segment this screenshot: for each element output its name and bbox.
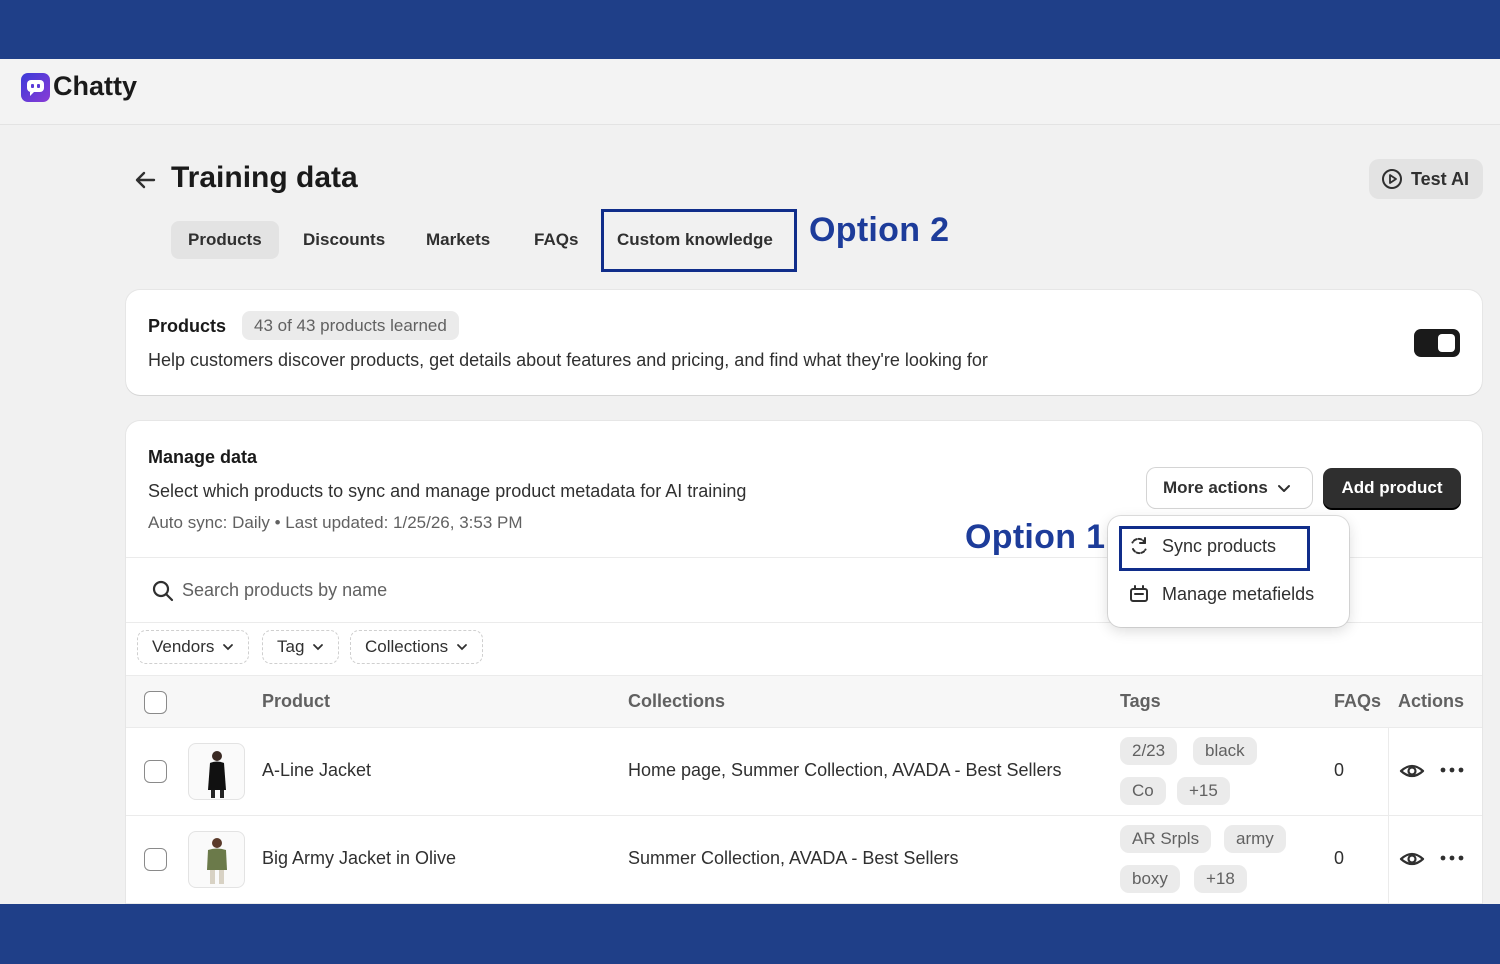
product-name[interactable]: A-Line Jacket	[262, 760, 371, 781]
tag-chip: army	[1224, 825, 1286, 853]
back-arrow-icon[interactable]	[132, 167, 160, 193]
tag-chip: AR Srpls	[1120, 825, 1212, 853]
filter-collections-label: Collections	[365, 637, 449, 656]
chevron-down-icon	[313, 644, 324, 651]
app-name: Chatty	[53, 71, 138, 101]
select-all-checkbox[interactable]	[144, 691, 167, 714]
tag-chip: +18	[1194, 865, 1247, 893]
products-card: Products 43 of 43 products learned Help …	[126, 290, 1482, 395]
filter-vendors[interactable]: Vendors	[137, 630, 250, 664]
sync-products-highlight	[1119, 526, 1310, 571]
more-options-icon[interactable]	[1440, 766, 1464, 774]
sync-status: Auto sync: Daily • Last updated: 1/25/26…	[148, 513, 523, 532]
table-header: Product Collections Tags FAQs Actions	[126, 675, 1482, 728]
faq-count: 0	[1334, 848, 1345, 868]
search-icon	[152, 580, 174, 602]
manage-data-title: Manage data	[148, 447, 258, 467]
tag-chip: black	[1193, 737, 1257, 765]
filter-collections[interactable]: Collections	[350, 630, 484, 664]
manage-metafields-label: Manage metafields	[1162, 583, 1315, 604]
products-card-title: Products	[148, 316, 227, 336]
tab-markets[interactable]: Markets	[409, 221, 507, 259]
custom-knowledge-highlight	[601, 209, 797, 272]
faq-count: 0	[1334, 760, 1345, 780]
tag-chip: 2/23	[1120, 737, 1178, 765]
column-collections: Collections	[628, 691, 726, 711]
column-actions: Actions	[1398, 691, 1465, 711]
product-name[interactable]: Big Army Jacket in Olive	[262, 848, 456, 869]
search-placeholder: Search products by name	[182, 580, 388, 600]
product-photo-icon	[208, 751, 226, 798]
filter-vendors-label: Vendors	[152, 637, 215, 656]
test-ai-button[interactable]: Test AI	[1369, 159, 1483, 199]
product-collections: Summer Collection, AVADA - Best Sellers	[628, 848, 959, 868]
option-2-annotation: Option 2	[809, 211, 950, 249]
tab-discounts[interactable]: Discounts	[286, 221, 402, 259]
products-card-description: Help customers discover products, get de…	[148, 350, 988, 370]
top-band	[0, 0, 1500, 59]
chevron-down-icon	[223, 644, 234, 651]
more-actions-button[interactable]: More actions	[1147, 468, 1312, 508]
tag-chip: +15	[1177, 777, 1230, 805]
play-circle-icon	[1382, 169, 1402, 189]
page-title: Training data	[171, 161, 358, 194]
menu-item-manage-metafields[interactable]: Manage metafields	[1128, 583, 1314, 605]
bottom-band	[0, 904, 1500, 964]
tab-products[interactable]: Products	[171, 221, 279, 259]
test-ai-label: Test AI	[1411, 168, 1470, 189]
manage-data-description: Select which products to sync and manage…	[148, 481, 747, 501]
more-options-icon[interactable]	[1440, 854, 1464, 862]
product-thumbnail	[188, 743, 245, 800]
product-photo-icon	[207, 838, 227, 884]
brand-bar: Chatty	[0, 59, 1500, 125]
app-window: Chatty Training data Test AI Products Di…	[0, 59, 1500, 904]
column-product: Product	[262, 691, 331, 711]
add-product-button[interactable]: Add product	[1323, 468, 1461, 508]
actions-divider	[1388, 728, 1389, 816]
column-faqs: FAQs	[1334, 691, 1382, 711]
tag-chip: boxy	[1120, 865, 1180, 893]
filter-tag-label: Tag	[277, 637, 305, 656]
tag-chip: Co	[1120, 777, 1166, 805]
metafields-icon	[1130, 585, 1148, 602]
filter-tag[interactable]: Tag	[262, 630, 340, 664]
option-1-annotation: Option 1	[965, 518, 1106, 556]
column-tags: Tags	[1120, 691, 1161, 711]
products-learned-badge: 43 of 43 products learned	[242, 311, 459, 340]
eye-icon[interactable]	[1399, 760, 1425, 782]
products-toggle[interactable]	[1414, 329, 1460, 357]
tab-faqs[interactable]: FAQs	[517, 221, 595, 259]
manage-data-card: Manage data Select which products to syn…	[126, 421, 1482, 904]
product-thumbnail	[188, 831, 245, 888]
row-checkbox[interactable]	[144, 760, 167, 783]
actions-divider	[1388, 816, 1389, 904]
more-actions-label: More actions	[1163, 478, 1268, 497]
chevron-down-icon	[457, 644, 468, 651]
eye-icon[interactable]	[1399, 848, 1425, 870]
chatty-logo-icon	[21, 73, 50, 102]
table-row[interactable]: A-Line Jacket Home page, Summer Collecti…	[126, 728, 1482, 816]
chevron-down-icon	[1277, 485, 1290, 492]
table-row[interactable]: Big Army Jacket in Olive Summer Collecti…	[126, 816, 1482, 904]
row-checkbox[interactable]	[144, 848, 167, 871]
product-collections: Home page, Summer Collection, AVADA - Be…	[628, 760, 1062, 780]
